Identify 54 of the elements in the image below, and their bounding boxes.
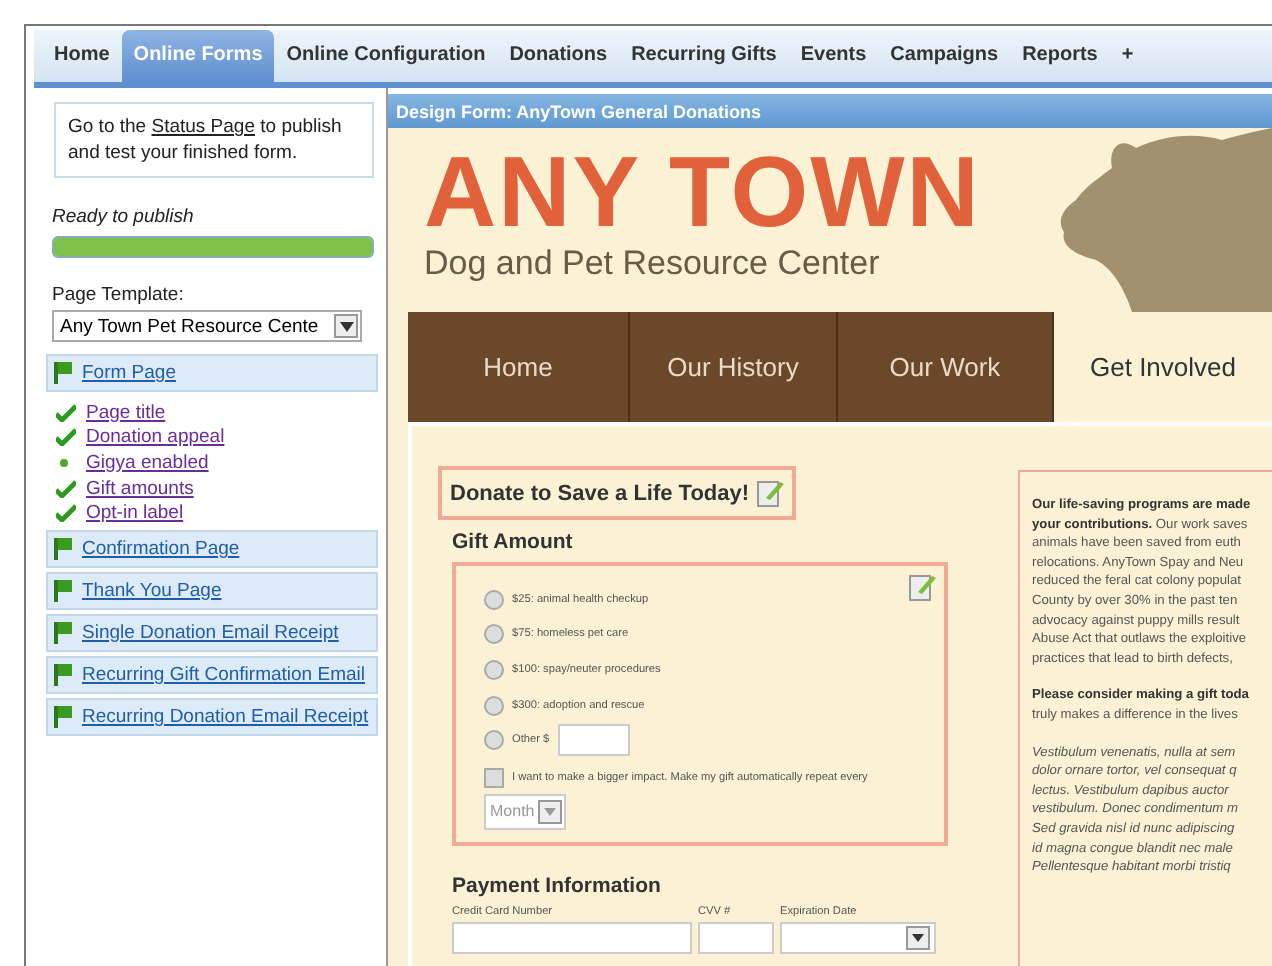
flag-icon — [54, 621, 72, 644]
section-link[interactable]: Single Donation Email Receipt — [46, 613, 378, 652]
site-nav-tab[interactable]: Get Involved — [1054, 312, 1272, 422]
radio-button[interactable] — [484, 695, 504, 716]
amount-field[interactable] — [557, 724, 630, 757]
input-field[interactable] — [698, 922, 774, 954]
flag-icon — [54, 663, 72, 686]
checklist-link[interactable]: Opt-in label — [86, 502, 184, 525]
radio-button[interactable] — [484, 624, 504, 645]
section-link[interactable]: Thank You Page — [46, 571, 378, 610]
flag-icon — [54, 579, 72, 602]
section-link[interactable]: Form Page — [46, 354, 378, 392]
checklist-link[interactable]: Gift amounts — [86, 477, 194, 500]
caret-icon — [912, 934, 924, 942]
checklist-link[interactable]: Page title — [86, 401, 166, 424]
nav-tab[interactable]: Reports — [1010, 30, 1110, 82]
nav-tab[interactable]: Home — [42, 30, 122, 82]
nav-tab[interactable]: Online Configuration — [274, 30, 498, 82]
radio-button[interactable] — [484, 659, 504, 680]
site-logo: ANY TOWN — [424, 134, 981, 248]
form-heading: Donate to Save a Life Today! — [450, 481, 750, 505]
flag-icon — [54, 705, 72, 728]
flag-icon — [54, 362, 72, 384]
nav-tab[interactable]: + — [1109, 30, 1146, 82]
site-tagline: Dog and Pet Resource Center — [424, 244, 882, 284]
input-field[interactable] — [452, 922, 692, 954]
radio-button[interactable] — [484, 589, 504, 610]
nav-tab[interactable]: Campaigns — [878, 30, 1011, 82]
section-link[interactable]: Recurring Gift Confirmation Email — [46, 655, 378, 694]
checklist-link[interactable]: Donation appeal — [86, 426, 225, 449]
status-page-link[interactable]: Status Page — [151, 116, 255, 138]
site-nav-tab[interactable]: Our History — [630, 312, 838, 422]
radio-button[interactable] — [484, 730, 504, 751]
section-link[interactable]: Recurring Donation Email Receipt — [46, 697, 378, 736]
nav-tab[interactable]: Events — [788, 30, 879, 82]
caret-icon — [339, 321, 353, 331]
nav-tab[interactable]: Recurring Gifts — [619, 30, 789, 82]
date-select[interactable] — [780, 922, 936, 954]
gift-amount-title: Gift Amount — [452, 530, 575, 554]
payment-title: Payment Information — [452, 874, 663, 898]
site-nav-tab[interactable]: Home — [408, 312, 630, 422]
edit-icon[interactable] — [908, 572, 936, 602]
panel-title: Design Form: AnyTown General Donations — [388, 94, 1272, 128]
template-select[interactable]: Any Town Pet Resource Cente — [52, 310, 362, 342]
caret-icon — [544, 807, 557, 816]
nav-tab[interactable]: Donations — [497, 30, 620, 82]
status-label: Ready to publish — [52, 206, 196, 228]
template-label: Page Template: — [52, 284, 186, 306]
publish-notice: Go to the Status Page to publish and test your finished form. — [54, 102, 374, 178]
checklist-link[interactable]: Gigya enabled — [86, 451, 209, 474]
edit-icon[interactable] — [755, 478, 784, 508]
flag-icon — [54, 537, 72, 560]
checkbox[interactable] — [484, 767, 504, 788]
section-link[interactable]: Confirmation Page — [46, 529, 378, 568]
